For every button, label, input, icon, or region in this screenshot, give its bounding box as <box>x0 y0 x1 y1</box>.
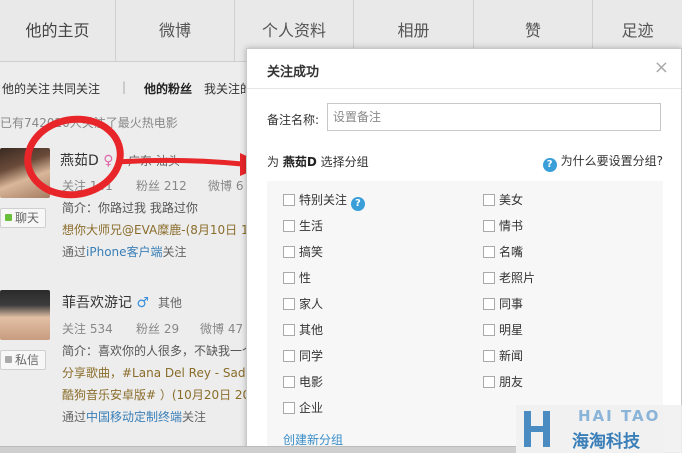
tab-weibo[interactable]: 微博 <box>116 0 235 62</box>
group-checkbox[interactable]: 名嘴 <box>483 243 523 260</box>
avatar[interactable] <box>0 290 50 340</box>
person-name[interactable]: 菲吾欢游记 ♂ <box>62 292 149 312</box>
subnav-his-following[interactable]: 他的关注 <box>2 80 50 97</box>
stat-weibo[interactable]: 微博 6 <box>208 177 243 194</box>
close-icon[interactable]: × <box>654 57 669 78</box>
follow-success-dialog: 关注成功 × 备注名称: 为 燕茹D 选择分组 ?为什么要设置分组? 特别关注 … <box>246 48 682 453</box>
person-intro: 简介：你路过我 我路过你 <box>62 201 198 215</box>
checkbox[interactable] <box>483 194 495 206</box>
checkbox[interactable] <box>483 220 495 232</box>
group-checkbox[interactable]: 性 <box>283 269 311 286</box>
help-icon: ? <box>542 158 557 172</box>
checkbox[interactable] <box>283 324 295 336</box>
subnav-common-following[interactable]: 共同关注 <box>52 80 100 97</box>
checkbox[interactable] <box>283 350 295 362</box>
watermark-text-en: HAI TAO <box>578 407 661 425</box>
chat-icon <box>5 214 12 221</box>
male-icon: ♂ <box>136 295 150 311</box>
group-checkbox[interactable]: 朋友 <box>483 373 523 390</box>
group-checkbox[interactable]: 电影 <box>283 373 323 390</box>
subnav-my-following[interactable]: 我关注的 <box>204 80 252 97</box>
dialog-title: 关注成功 <box>267 65 320 80</box>
person-intro: 简介：喜欢你的人很多，不缺我一个 <box>62 344 255 358</box>
group-checkbox[interactable]: 明星 <box>483 321 523 338</box>
group-checkbox[interactable]: 家人 <box>283 295 323 312</box>
checkbox[interactable] <box>283 272 295 284</box>
choose-group-label: 为 燕茹D 选择分组 <box>267 155 369 169</box>
group-checkbox[interactable]: 美女 <box>483 191 523 208</box>
watermark-text-cn: 海淘科技 <box>572 432 640 452</box>
checkbox[interactable] <box>283 402 295 414</box>
follow-source: 通过中国移动定制终端关注 <box>62 410 207 424</box>
person-location: 其他 <box>158 296 183 310</box>
stat-following[interactable]: 关注 534 <box>62 320 113 337</box>
tab-home[interactable]: 他的主页 <box>0 0 116 62</box>
help-icon[interactable]: ? <box>350 197 365 211</box>
group-checkbox[interactable]: 情书 <box>483 217 523 234</box>
person-latest-post[interactable]: 想你大师兄@EVA糜鹿-(8月10日 13 <box>62 221 256 238</box>
checkbox[interactable] <box>483 324 495 336</box>
horizontal-scrollbar[interactable] <box>0 446 516 453</box>
checkbox[interactable] <box>483 376 495 388</box>
group-checkbox[interactable]: 搞笑 <box>283 243 323 260</box>
group-checkbox[interactable]: 特别关注 ? <box>283 191 369 211</box>
person-stats: 关注 534 粉丝 29 微博 47 <box>62 320 250 336</box>
group-checkbox[interactable]: 生活 <box>283 217 323 234</box>
group-checkbox[interactable]: 新闻 <box>483 347 523 364</box>
group-checkbox[interactable]: 同学 <box>283 347 323 364</box>
stat-fans[interactable]: 粉丝 212 <box>136 177 187 194</box>
checkbox[interactable] <box>483 272 495 284</box>
group-checkbox[interactable]: 企业 <box>283 399 323 416</box>
checkbox[interactable] <box>283 298 295 310</box>
remark-label: 备注名称: <box>267 113 320 127</box>
checkbox[interactable] <box>283 194 295 206</box>
follow-source: 通过iPhone客户端关注 <box>62 245 187 259</box>
logo-h-icon <box>524 411 550 447</box>
why-set-group-link[interactable]: ? 为什么要设置分组? <box>542 152 663 172</box>
message-button[interactable]: 私信 <box>0 350 47 370</box>
follow-source-link[interactable]: 中国移动定制终端 <box>86 410 182 424</box>
watermark-logo: HAI TAO 海淘科技 <box>516 405 682 453</box>
checkbox[interactable] <box>483 246 495 258</box>
message-icon <box>5 356 12 363</box>
group-checkbox[interactable]: 同事 <box>483 295 523 312</box>
dialog-header: 关注成功 × <box>247 49 681 89</box>
follow-source-link[interactable]: iPhone客户端 <box>86 245 163 259</box>
person-latest-post[interactable]: 分享歌曲，#Lana Del Rey - Sad C <box>62 364 258 381</box>
stat-fans[interactable]: 粉丝 29 <box>136 320 179 337</box>
checkbox[interactable] <box>283 246 295 258</box>
checkbox[interactable] <box>283 376 295 388</box>
chat-button[interactable]: 聊天 <box>0 208 47 228</box>
group-checkbox[interactable]: 老照片 <box>483 269 535 286</box>
stat-weibo[interactable]: 微博 47 <box>200 320 243 337</box>
checkbox[interactable] <box>283 220 295 232</box>
person-latest-post-cont[interactable]: 酷狗音乐安卓版# ）(10月20日 20:4 <box>62 386 262 403</box>
group-checkbox[interactable]: 其他 <box>283 321 323 338</box>
subnav-his-fans[interactable]: 他的粉丝 <box>144 80 192 97</box>
remark-input[interactable] <box>327 103 661 131</box>
subnav-separator: | <box>122 80 127 94</box>
checkbox[interactable] <box>483 298 495 310</box>
checkbox[interactable] <box>483 350 495 362</box>
